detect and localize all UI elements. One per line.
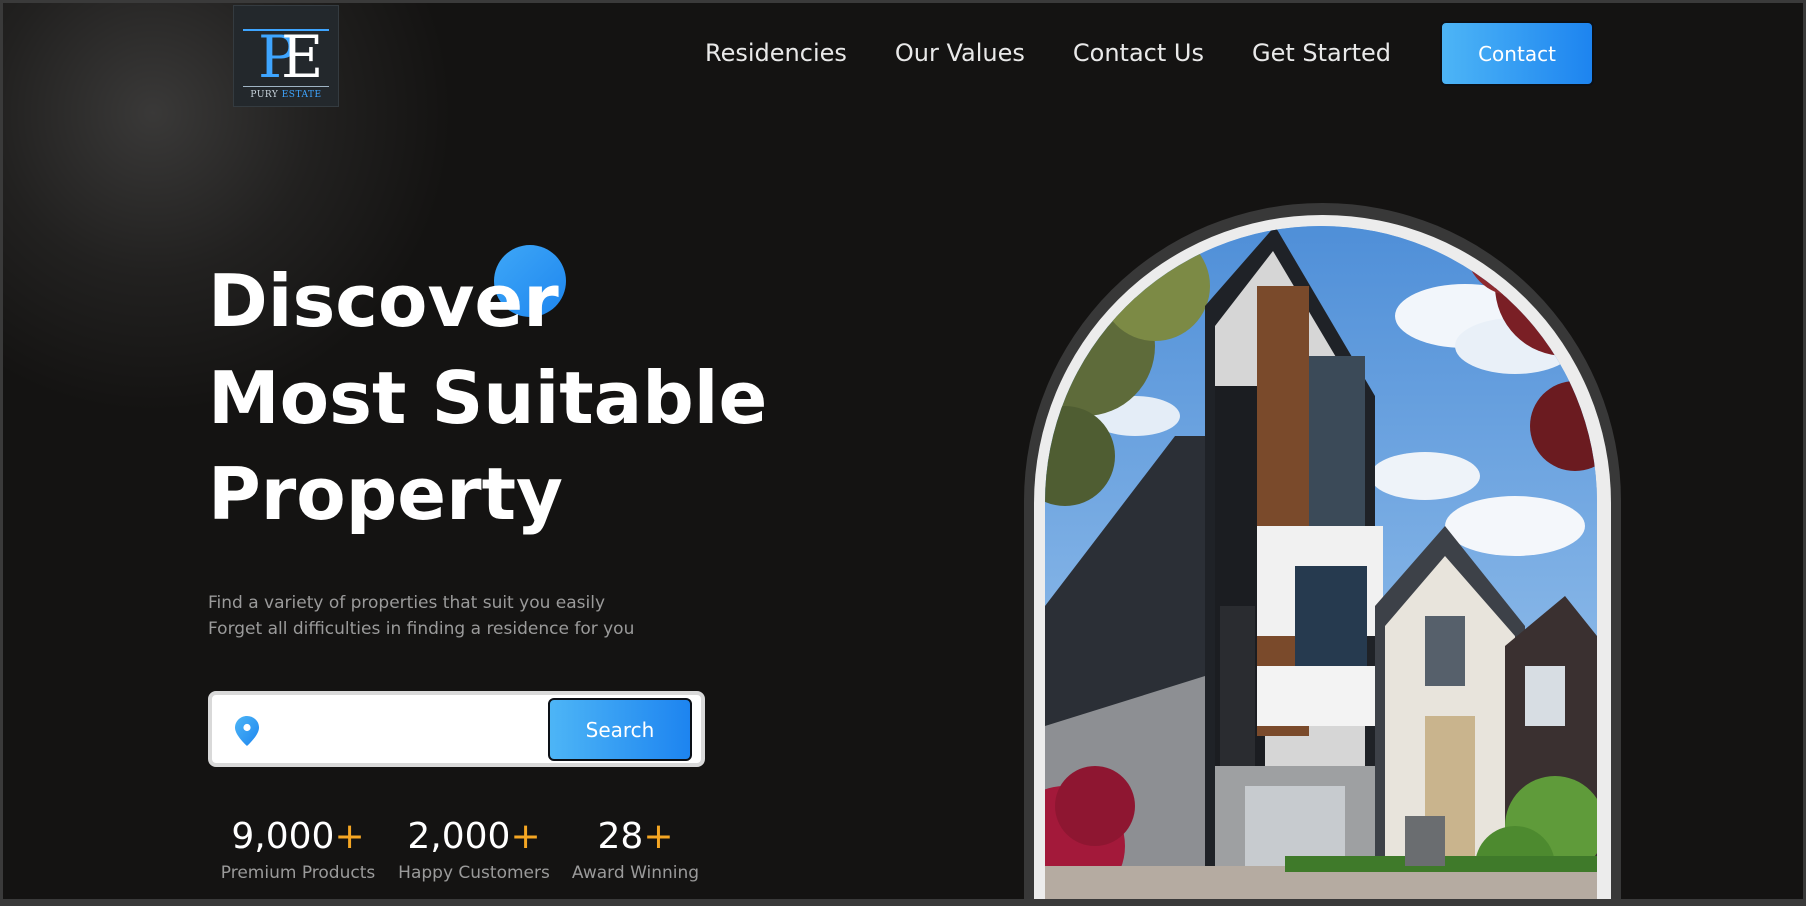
main-nav: Residencies Our Values Contact Us Get St… xyxy=(705,39,1391,67)
search-input[interactable] xyxy=(274,709,536,749)
stat-number: 9,000 xyxy=(231,816,335,857)
nav-item-get-started[interactable]: Get Started xyxy=(1252,39,1391,67)
stat-plus: + xyxy=(510,816,541,857)
stat-value: 28+ xyxy=(568,815,703,859)
stat-value: 2,000+ xyxy=(392,815,556,859)
hero-subtitle-line2: Forget all difficulties in finding a res… xyxy=(208,619,635,639)
nav-item-contact-us[interactable]: Contact Us xyxy=(1073,39,1204,67)
hero-image xyxy=(1045,226,1597,899)
logo-tagline-part1: PURY xyxy=(250,90,279,100)
stat-label: Premium Products xyxy=(220,863,376,883)
brand-logo[interactable]: PE PURY ESTATE xyxy=(233,5,339,107)
page: PE PURY ESTATE Residencies Our Values Co… xyxy=(0,0,1806,906)
logo-tagline: PURY ESTATE xyxy=(234,90,338,100)
stat-happy-customers: 2,000+ Happy Customers xyxy=(392,815,556,883)
logo-monogram: PE xyxy=(258,27,323,87)
stat-number: 28 xyxy=(597,816,644,857)
nav-item-residencies[interactable]: Residencies xyxy=(705,39,847,67)
stat-award-winning: 28+ Award Winning xyxy=(568,815,703,883)
logo-monogram-e: E xyxy=(281,23,324,91)
stat-premium-products: 9,000+ Premium Products xyxy=(218,815,378,883)
contact-button[interactable]: Contact xyxy=(1440,21,1594,86)
stat-plus: + xyxy=(334,816,365,857)
stat-plus: + xyxy=(643,816,674,857)
stat-value: 9,000+ xyxy=(218,815,378,859)
location-pin-icon xyxy=(235,716,259,746)
hero-title-line2: Most Suitable xyxy=(208,356,768,440)
hero-title-line1: Discover xyxy=(208,259,559,343)
logo-rule-bottom xyxy=(243,86,329,87)
hero-subtitle-line1: Find a variety of properties that suit y… xyxy=(208,593,606,613)
stat-label: Award Winning xyxy=(571,863,700,883)
stat-label: Happy Customers xyxy=(398,863,550,883)
logo-tagline-part2: ESTATE xyxy=(281,90,322,100)
search-button[interactable]: Search xyxy=(548,698,692,761)
stat-number: 2,000 xyxy=(407,816,511,857)
hero-title-line3: Property xyxy=(208,452,563,536)
house-illustration xyxy=(1045,226,1597,899)
nav-item-our-values[interactable]: Our Values xyxy=(895,39,1025,67)
search-bar: Search xyxy=(208,691,705,767)
